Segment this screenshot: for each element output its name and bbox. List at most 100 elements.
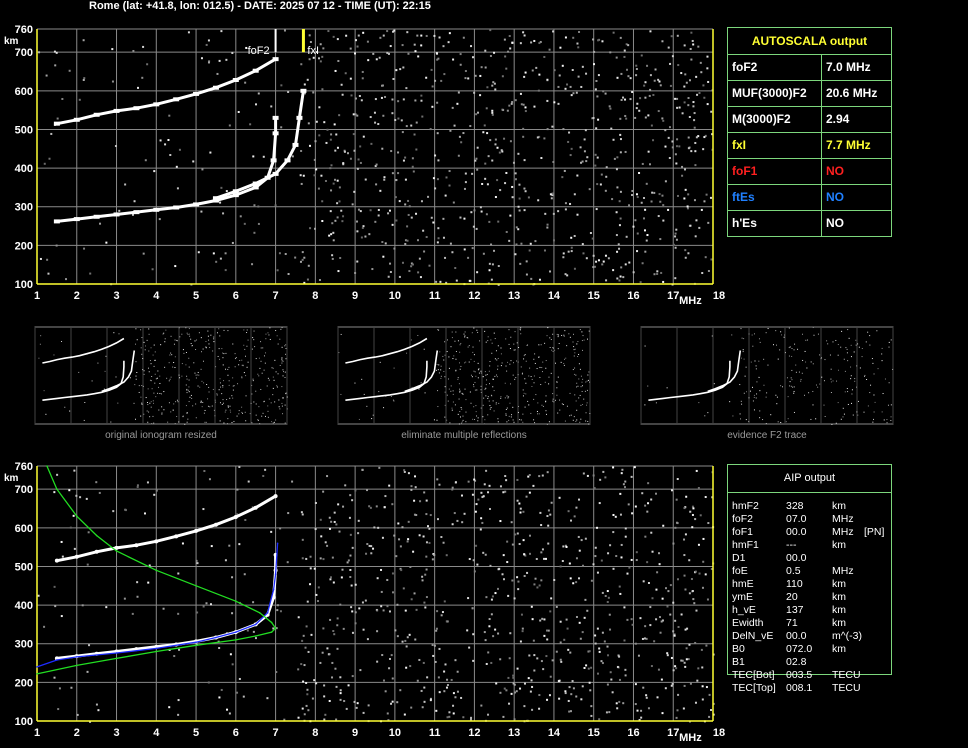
thumbnail-noise [563,363,565,365]
noise-dot [489,564,492,567]
line-point [195,644,197,647]
thumbnail-noise [252,380,254,382]
thumbnail-noise [213,341,215,343]
noise-dot [596,183,599,186]
thumbnail-noise [69,410,71,412]
thumbnail-noise [464,331,466,333]
thumbnail-noise [156,377,158,379]
thumbnail-noise [785,421,787,423]
noise-dot [623,486,626,489]
noise-dot [629,77,632,80]
noise-dot [323,718,326,721]
thumbnail-noise [176,399,178,401]
thumbnail-noise [487,336,489,338]
thumbnail-noise [484,423,486,425]
noise-dot [445,554,448,557]
noise-dot [356,167,359,170]
x-tick-label: 12 [468,290,480,302]
noise-dot [535,66,538,69]
thumbnail-noise [767,328,769,330]
noise-dot [558,496,561,499]
line-point [115,657,118,660]
noise-dot [207,39,210,42]
noise-dot [481,182,484,185]
noise-dot [209,151,212,154]
noise-dot [626,572,629,575]
noise-dot [341,568,344,571]
noise-dot [380,590,383,593]
noise-dot [305,557,308,560]
noise-dot [638,172,641,175]
thumbnail-noise [546,423,548,425]
thumbnail-noise [783,336,785,338]
thumbnail-noise [788,327,790,329]
noise-dot [374,220,377,223]
noise-dot [158,218,161,221]
thumbnail-noise [756,393,758,395]
autoscala-row: h'Es NO [728,210,891,236]
noise-dot [650,124,653,127]
noise-dot [224,559,227,562]
autoscala-row: MUF(3000)F2 20.6 MHz [728,80,891,107]
noise-dot [541,474,544,477]
noise-dot [330,164,333,167]
thumbnail-noise [846,352,848,354]
thumbnail-noise [525,393,527,395]
thumbnail-noise [844,391,846,393]
noise-dot [485,596,488,599]
thumbnail-noise [767,364,769,366]
thumbnail-noise [572,341,574,343]
noise-dot [547,542,550,545]
line-point [155,650,158,653]
noise-dot [671,146,674,149]
thumbnail-noise [186,392,188,394]
noise-dot [570,94,573,97]
noise-dot [463,512,466,515]
thumbnail-caption: original ionogram resized [105,430,217,441]
noise-dot [475,113,478,116]
y-tick-label: 400 [15,600,33,612]
noise-dot [502,715,505,718]
noise-dot [436,132,439,135]
thumbnail-noise [847,329,849,331]
noise-dot [567,140,570,143]
thumbnail-noise [533,358,535,360]
noise-dot [412,550,415,553]
thumbnail-noise [793,390,795,392]
thumbnail-noise [149,379,151,381]
noise-dot [615,234,618,237]
thumbnail-noise [545,410,547,412]
thumbnail-noise [740,418,742,420]
thumbnail-noise [775,330,777,332]
noise-dot [664,687,667,690]
line-point [95,534,98,537]
thumbnail-noise [807,339,809,341]
noise-dot [620,556,623,559]
noise-dot [510,521,513,524]
thumbnail-noise [182,416,184,418]
noise-dot [675,716,678,719]
noise-dot [567,510,570,513]
thumbnail-noise [253,330,255,332]
aip-unit: km [832,604,846,616]
aip-value: --- [786,539,797,551]
thumbnail-noise [222,357,224,359]
noise-dot [514,691,517,694]
noise-dot [216,72,219,75]
thumbnail-noise [850,344,852,346]
thumbnail-noise [787,418,789,420]
thumbnail-noise [372,414,374,416]
noise-dot [299,174,302,177]
thumbnail-noise [475,375,477,377]
noise-dot [664,587,667,590]
thumbnail-noise [569,392,571,394]
thumbnail-noise [815,384,817,386]
thumbnail-noise [249,413,251,415]
thumbnail-noise [581,385,583,387]
noise-dot [326,647,329,650]
thumbnail-noise [544,381,546,383]
noise-dot [694,641,697,644]
thumbnail-noise [149,416,151,418]
noise-dot [443,690,446,693]
thumbnail-noise [848,337,850,339]
